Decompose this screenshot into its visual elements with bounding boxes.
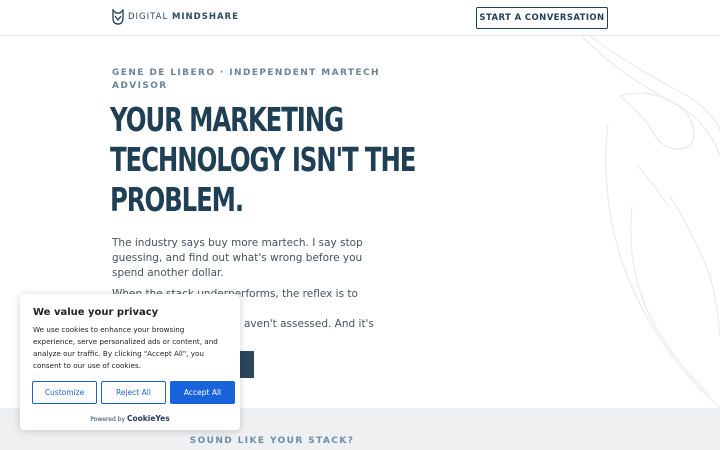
section-title: SOUND LIKE YOUR STACK? [189,436,355,446]
owl-outline-decoration [581,36,720,408]
accept-all-button[interactable]: Accept All [170,381,235,404]
cookie-consent-banner: We value your privacy We use cookies to … [20,294,240,430]
cookie-title: We value your privacy [33,307,159,318]
powered-by-credit: Powered by CookieYes [20,414,240,423]
reject-all-button[interactable]: Reject All [101,381,166,404]
hero-eyebrow: GENE DE LIBERO · INDEPENDENT MARTECH ADV… [112,68,380,91]
headline-line-1: YOUR MARKETING [110,100,344,139]
powered-by-label: Powered by [90,416,126,423]
site-header: DIGITAL MINDSHARE START A CONVERSATION [0,0,720,36]
site-logo[interactable]: DIGITAL MINDSHARE [112,9,239,25]
customize-button[interactable]: Customize [32,381,97,404]
headline-line-3: PROBLEM. [110,180,244,219]
cookieyes-brand[interactable]: CookieYes [127,414,170,423]
logo-wordmark: DIGITAL MINDSHARE [128,12,239,22]
headline-line-2: TECHNOLOGY ISN'T THE [110,140,416,179]
owl-logo-icon [112,9,124,25]
hero-headline: YOUR MARKETING TECHNOLOGY ISN'T THE PROB… [110,100,416,220]
cookie-description: We use cookies to enhance your browsing … [33,325,218,370]
start-conversation-button[interactable]: START A CONVERSATION [476,7,608,29]
cookie-button-row: Customize Reject All Accept All [32,381,235,404]
logo-text-light: DIGITAL [128,12,172,22]
hero-lead-paragraph: The industry says buy more martech. I sa… [112,237,363,279]
logo-text-bold: MINDSHARE [171,12,239,22]
